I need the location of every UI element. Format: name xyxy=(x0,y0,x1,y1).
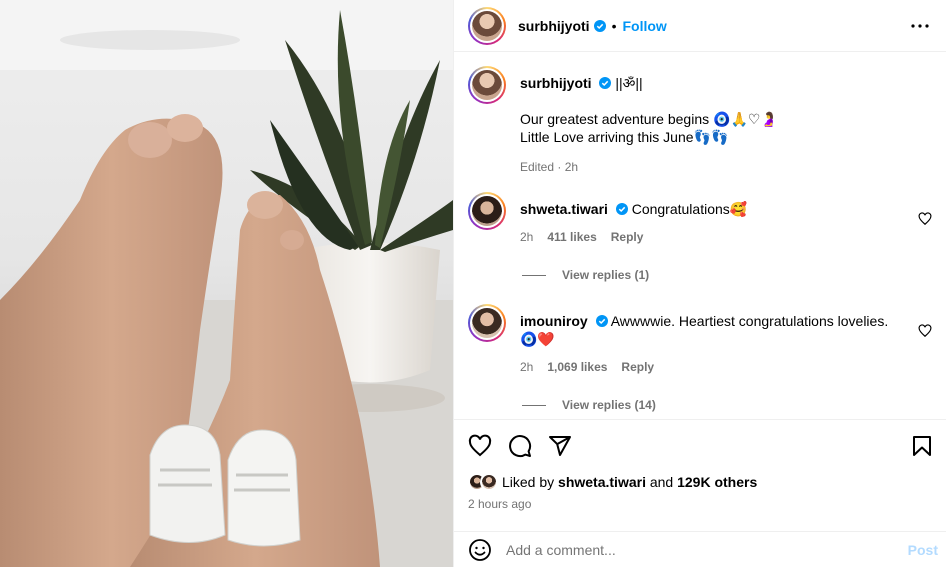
liker-avatar xyxy=(480,473,498,491)
view-replies-button[interactable]: View replies (1) xyxy=(522,268,932,282)
comment-icon[interactable] xyxy=(508,434,532,458)
comment-time: 2h xyxy=(520,230,534,244)
author-username[interactable]: surbhijyoti xyxy=(518,18,590,34)
comment-likes[interactable]: 411 likes xyxy=(547,228,596,246)
likes-summary[interactable]: Liked by shweta.tiwari and 129K others xyxy=(468,473,934,491)
photo-feet-baby-shoes xyxy=(0,0,453,567)
comment-like-heart-icon[interactable] xyxy=(918,212,932,226)
verified-badge-icon xyxy=(599,77,612,89)
verified-badge-icon xyxy=(593,19,606,32)
post-side-panel: surbhijyoti • Follow surbhijyoti ||ॐ|| O… xyxy=(453,0,946,567)
caption-username[interactable]: surbhijyoti xyxy=(520,75,592,91)
post-actions: Liked by shweta.tiwari and 129K others 2… xyxy=(454,419,946,531)
likes-prefix: Liked by xyxy=(502,474,555,490)
view-replies-label: View replies (1) xyxy=(562,268,650,282)
more-icon[interactable] xyxy=(908,14,932,38)
likes-user[interactable]: shweta.tiwari xyxy=(558,474,646,490)
emoji-icon[interactable] xyxy=(468,538,492,562)
heart-icon[interactable] xyxy=(468,434,492,458)
author-avatar[interactable] xyxy=(468,6,506,45)
post-time: 2 hours ago xyxy=(468,497,532,511)
comment-avatar[interactable] xyxy=(468,304,506,342)
caption-line-0: ||ॐ|| xyxy=(615,75,643,91)
comment-like-heart-icon[interactable] xyxy=(918,324,932,338)
likes-count[interactable]: 129K others xyxy=(677,474,757,490)
comments-list[interactable]: surbhijyoti ||ॐ|| Our greatest adventure… xyxy=(454,52,946,419)
caption-avatar[interactable] xyxy=(468,66,506,104)
likes-middle: and xyxy=(649,474,674,490)
caption: surbhijyoti ||ॐ|| Our greatest adventure… xyxy=(468,66,932,176)
comment-username[interactable]: imouniroy xyxy=(520,313,588,329)
comment-item: shweta.tiwari Congratulations🥰 2h 411 li… xyxy=(468,192,932,246)
caption-line-2: Little Love arriving this June👣👣 xyxy=(520,129,729,145)
comment-time: 2h xyxy=(520,360,534,374)
verified-badge-icon xyxy=(615,203,628,215)
follow-button[interactable]: Follow xyxy=(622,18,666,34)
post-comment-button[interactable]: Post xyxy=(908,542,938,558)
add-comment-bar: Post xyxy=(454,531,946,567)
caption-line-1: Our greatest adventure begins 🧿🙏♡🤰 xyxy=(520,111,778,127)
bookmark-icon[interactable] xyxy=(910,434,934,458)
verified-badge-icon xyxy=(595,315,608,327)
header-separator: • xyxy=(611,17,617,34)
share-icon[interactable] xyxy=(548,434,572,458)
comment-username[interactable]: shweta.tiwari xyxy=(520,201,608,217)
view-replies-button[interactable]: View replies (14) xyxy=(522,398,932,412)
comment-text: Congratulations🥰 xyxy=(631,201,748,217)
view-replies-label: View replies (14) xyxy=(562,398,656,412)
comment-input[interactable] xyxy=(506,541,908,558)
comment-reply-button[interactable]: Reply xyxy=(611,228,644,246)
comment-reply-button[interactable]: Reply xyxy=(621,358,654,376)
post-photo[interactable] xyxy=(0,0,453,567)
comment-avatar[interactable] xyxy=(468,192,506,230)
post-header: surbhijyoti • Follow xyxy=(454,0,946,52)
comment-item: imouniroy Awwwwie. Heartiest congratulat… xyxy=(468,304,932,376)
instagram-post: surbhijyoti • Follow surbhijyoti ||ॐ|| O… xyxy=(0,0,946,567)
comment-likes[interactable]: 1,069 likes xyxy=(547,358,607,376)
caption-edited: Edited · 2h xyxy=(520,160,579,174)
